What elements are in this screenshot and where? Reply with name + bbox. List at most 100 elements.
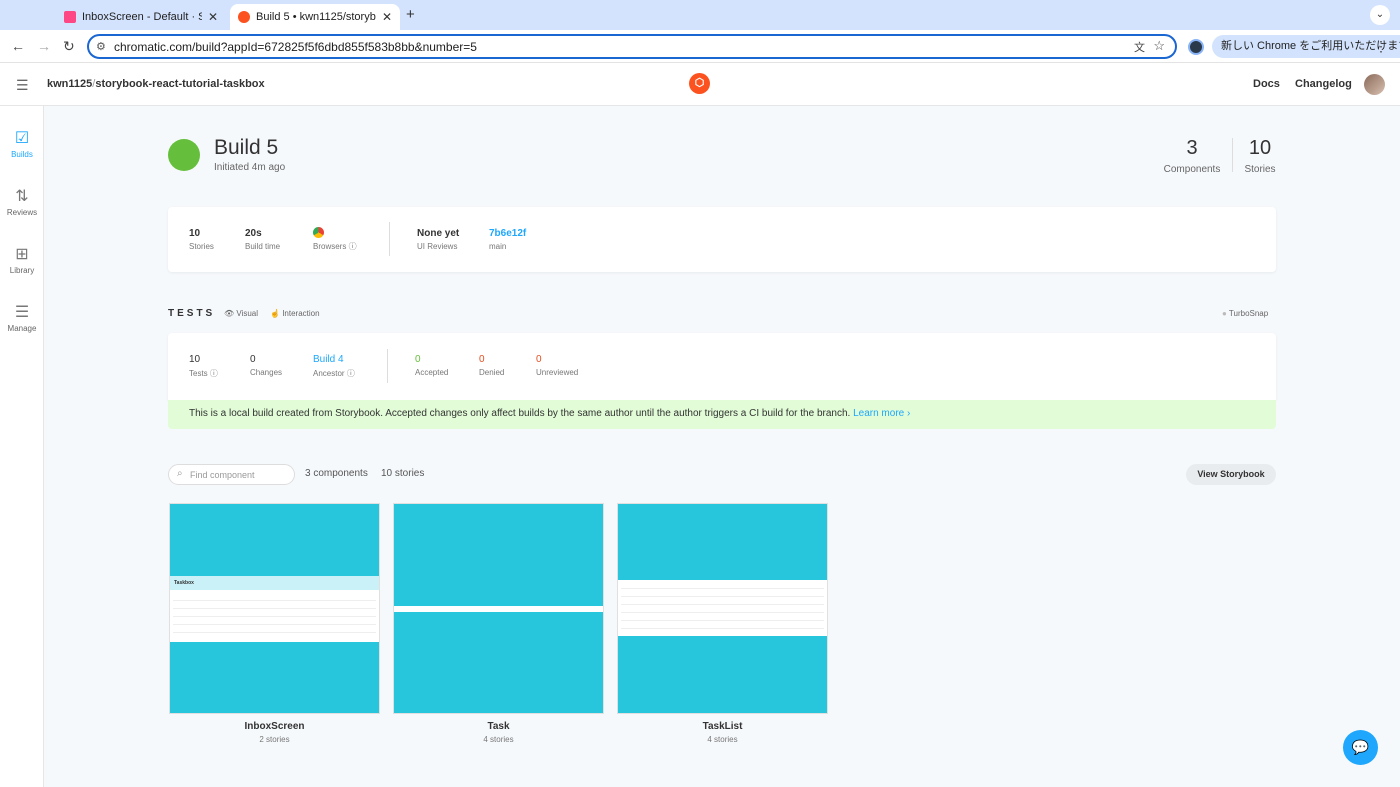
reload-icon[interactable]: ↻ [63, 38, 75, 55]
sidebar-item-manage[interactable]: ☰ Manage [0, 302, 44, 333]
denied-count-value: 0 [479, 354, 485, 365]
stories-label: Stories [1244, 164, 1276, 175]
learn-more-link[interactable]: Learn more › [853, 408, 910, 419]
new-tab-icon[interactable]: + [406, 6, 415, 23]
breadcrumb-repo[interactable]: storybook-react-tutorial-taskbox [95, 78, 264, 90]
translate-icon[interactable]: 文 [1134, 39, 1145, 55]
app-header: ☰ kwn1125/storybook-react-tutorial-taskb… [0, 63, 1400, 106]
search-icon: ⌕ [177, 468, 183, 479]
close-tab-icon[interactable]: ✕ [382, 10, 392, 24]
visual-tests-label: Visual [236, 309, 259, 318]
component-stories: 4 stories [707, 735, 738, 744]
avatar[interactable] [1364, 74, 1385, 95]
sidebar-item-reviews[interactable]: ⇅ Reviews [0, 186, 44, 217]
url-input[interactable]: ⚙ chromatic.com/build?appId=672825f5f6db… [87, 34, 1177, 59]
turbosnap-label: TurboSnap [1228, 309, 1269, 318]
help-icon[interactable]: ⓘ [349, 242, 357, 251]
snapshot-row [173, 600, 376, 601]
close-tab-icon[interactable]: ✕ [208, 10, 218, 24]
chrome-menu-icon[interactable]: ⋮ [1374, 38, 1388, 55]
turbosnap-status[interactable]: ● TurboSnap [1222, 309, 1268, 318]
sidebar-item-label: Manage [7, 324, 37, 333]
snapshot-row [621, 612, 824, 613]
tab-search-icon[interactable]: ⌄ [1370, 5, 1390, 25]
build-initiated-time: Initiated 4m ago [214, 162, 286, 173]
browser-tab-build[interactable]: Build 5 • kwn1125/storybook-react-tutori… [230, 4, 400, 30]
storybook-favicon-icon [64, 11, 76, 23]
sidebar-item-label: Reviews [6, 208, 38, 217]
profile-icon[interactable] [1188, 39, 1204, 55]
changes-count-label: Changes [250, 368, 283, 377]
view-storybook-button[interactable]: View Storybook [1186, 464, 1276, 485]
components-count-text: 3 components [305, 468, 368, 479]
snapshot-row [621, 596, 824, 597]
tests-heading: TESTS [168, 308, 216, 319]
summary-build-time-label: Build time [245, 242, 281, 251]
unreviewed-count[interactable]: 0 Unreviewed [536, 354, 578, 377]
snapshot-row [621, 620, 824, 621]
changelog-link[interactable]: Changelog [1295, 78, 1352, 90]
component-name: Task [487, 721, 510, 732]
visual-tests-toggle[interactable]: 👁 Visual [224, 309, 258, 318]
status-dot-icon: ● [1222, 309, 1227, 318]
tests-card: 10 Tests ⓘ 0 Changes Build 4 Ancestor ⓘ … [168, 333, 1276, 400]
interaction-tests-toggle[interactable]: ☝ Interaction [270, 309, 320, 318]
accepted-count-label: Accepted [415, 368, 449, 377]
forward-icon[interactable]: → [37, 38, 51, 54]
component-snapshot[interactable]: Taskbox [169, 503, 380, 714]
component-snapshot[interactable] [617, 503, 828, 714]
denied-count-label: Denied [479, 368, 505, 377]
tests-divider [387, 349, 388, 383]
pull-request-icon: ⇅ [15, 188, 29, 205]
component-card-tasklist[interactable]: TaskList 4 stories [617, 503, 828, 744]
component-name: InboxScreen [244, 721, 305, 732]
chrome-update-button[interactable]: 新しい Chrome をご利用いただけます [1212, 35, 1400, 58]
docs-link[interactable]: Docs [1253, 78, 1280, 90]
summary-ui-reviews-label: UI Reviews [417, 242, 458, 251]
commit-hash-link[interactable]: 7b6e12f [489, 228, 526, 239]
ancestor-build-link[interactable]: Build 4 [313, 354, 355, 365]
browser-tab-bar: InboxScreen - Default · Storybook ✕ Buil… [0, 0, 1400, 30]
accepted-count-value: 0 [415, 354, 421, 365]
component-card-inboxscreen[interactable]: Taskbox InboxScreen 2 stories [169, 503, 380, 744]
tests-count: 10 Tests ⓘ [189, 354, 218, 379]
sidebar-item-builds[interactable]: ☑ Builds [0, 128, 44, 159]
breadcrumb-owner[interactable]: kwn1125 [47, 78, 92, 90]
changes-count: 0 Changes [250, 354, 282, 377]
stories-count-text: 10 stories [381, 468, 425, 479]
components-stat: 3 Components [1163, 137, 1221, 175]
site-info-icon[interactable]: ⚙ [96, 40, 106, 53]
tests-count-value: 10 [189, 354, 201, 365]
bookmark-star-icon[interactable]: ☆ [1153, 38, 1165, 54]
summary-browsers-label: Browsers [313, 242, 347, 251]
learn-more-label: Learn more [853, 408, 905, 419]
summary-browsers[interactable]: Browsers ⓘ [313, 227, 357, 252]
component-stories: 4 stories [483, 735, 514, 744]
tab-title: Build 5 • kwn1125/storybook-react-tutori… [256, 11, 376, 23]
menu-icon[interactable]: ☰ [16, 77, 29, 94]
browser-tab-inboxscreen[interactable]: InboxScreen - Default · Storybook ✕ [56, 4, 226, 30]
browser-address-bar: ← → ↻ ⚙ chromatic.com/build?appId=672825… [0, 30, 1400, 63]
chromatic-logo-icon[interactable]: ⬡ [689, 73, 710, 94]
summary-ui-reviews: None yet UI Reviews [417, 228, 459, 251]
sidebar: ☑ Builds ⇅ Reviews ⊞ Library ☰ Manage [0, 106, 44, 787]
back-icon[interactable]: ← [11, 38, 25, 54]
help-icon[interactable]: ⓘ [210, 369, 218, 378]
snapshot-header: Taskbox [170, 576, 379, 590]
snapshot-row [173, 608, 376, 609]
chat-button[interactable]: 💬 [1343, 730, 1378, 765]
tab-title: InboxScreen - Default · Storybook [82, 11, 202, 23]
interaction-tests-label: Interaction [282, 309, 320, 318]
component-snapshot[interactable] [393, 503, 604, 714]
summary-divider [389, 222, 390, 256]
component-card-task[interactable]: Task 4 stories [393, 503, 604, 744]
denied-count[interactable]: 0 Denied [479, 354, 504, 377]
page-title: Build 5 [214, 136, 279, 159]
help-icon[interactable]: ⓘ [347, 369, 355, 378]
find-component-input[interactable]: ⌕ Find component [168, 464, 295, 485]
sidebar-item-library[interactable]: ⊞ Library [0, 244, 44, 275]
snapshot-row [621, 628, 824, 629]
accepted-count[interactable]: 0 Accepted [415, 354, 448, 377]
unreviewed-count-value: 0 [536, 354, 542, 365]
changes-count-value: 0 [250, 354, 256, 365]
